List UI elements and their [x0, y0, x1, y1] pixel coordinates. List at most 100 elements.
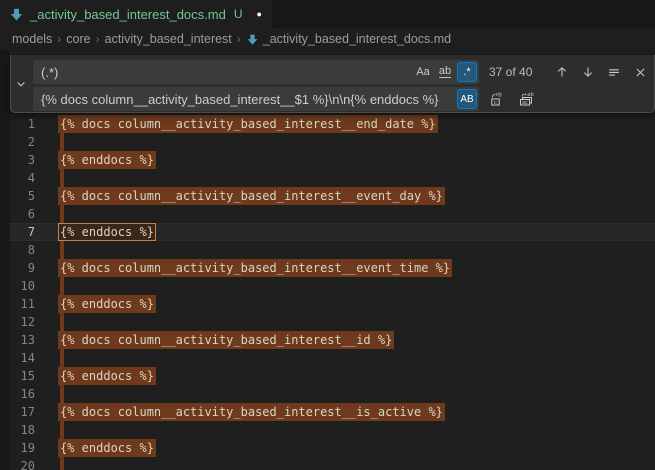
modified-dot-icon[interactable]: ●: [257, 10, 262, 19]
tab-active-file[interactable]: _activity_based_interest_docs.md U ●: [0, 0, 273, 28]
line-number: 5: [10, 187, 35, 205]
line-number: 19: [10, 439, 35, 457]
line-number: 10: [10, 277, 35, 295]
line-number: 1: [10, 115, 35, 133]
code-line-17[interactable]: 17 {% docs column__activity_based_interes…: [10, 403, 655, 421]
whole-word-icon[interactable]: ab: [435, 62, 455, 82]
line-number: 17: [10, 403, 35, 421]
find-match-highlight: {% enddocs %}: [58, 151, 156, 169]
find-match-highlight: {% enddocs %}: [58, 367, 156, 385]
code-line-11[interactable]: 11 {% enddocs %}: [10, 295, 655, 313]
code-line-content[interactable]: {% docs column__activity_based_interest_…: [60, 187, 443, 205]
code-line-content[interactable]: [60, 169, 64, 187]
line-number: 16: [10, 385, 35, 403]
editor[interactable]: 1 {% docs column__activity_based_interest…: [0, 50, 655, 470]
breadcrumb-item-models[interactable]: models: [12, 32, 52, 46]
code-line-content[interactable]: [60, 457, 64, 470]
code-line-19[interactable]: 19 {% enddocs %}: [10, 439, 655, 457]
code-line-content[interactable]: [60, 205, 64, 223]
code-line-content[interactable]: [60, 313, 64, 331]
toggle-replace-button[interactable]: [11, 55, 31, 112]
find-match-highlight-empty: [60, 241, 64, 259]
line-number: 6: [10, 205, 35, 223]
replace-icon: +b c: [490, 91, 506, 107]
code-line-content[interactable]: {% docs column__activity_based_interest_…: [60, 331, 392, 349]
git-status-badge: U: [234, 7, 243, 21]
close-find-widget-button[interactable]: [629, 61, 651, 83]
find-match-highlight-empty: [60, 133, 64, 151]
line-number: 20: [10, 457, 35, 470]
line-number: 8: [10, 241, 35, 259]
editor-content[interactable]: 1 {% docs column__activity_based_interest…: [10, 115, 655, 470]
find-match-highlight-empty: [60, 313, 64, 331]
code-line-1[interactable]: 1 {% docs column__activity_based_interest…: [10, 115, 655, 133]
code-line-content[interactable]: [60, 277, 64, 295]
code-line-content[interactable]: {% enddocs %}: [60, 223, 154, 241]
code-line-2[interactable]: 2: [10, 133, 655, 151]
line-number: 7: [10, 223, 35, 241]
line-number: 9: [10, 259, 35, 277]
breadcrumb-item-core[interactable]: core: [66, 32, 90, 46]
code-line-3[interactable]: 3{% enddocs %}: [10, 151, 655, 169]
replace-all-button[interactable]: +ab ac: [515, 88, 537, 110]
line-number: 18: [10, 421, 35, 439]
code-line-9[interactable]: 9 {% docs column__activity_based_interest…: [10, 259, 655, 277]
code-line-content[interactable]: [60, 241, 64, 259]
code-line-content[interactable]: {% docs column__activity_based_interest_…: [60, 115, 436, 133]
code-line-content[interactable]: {% enddocs %}: [60, 439, 154, 457]
find-match-highlight: {% docs column__activity_based_interest_…: [58, 403, 445, 421]
find-match-highlight-empty: [60, 349, 64, 367]
code-line-content[interactable]: {% docs column__activity_based_interest_…: [60, 403, 443, 421]
code-line-10[interactable]: 10: [10, 277, 655, 295]
find-match-highlight-empty: [60, 457, 64, 470]
line-number: 14: [10, 349, 35, 367]
breadcrumb-item-activity_based_interest[interactable]: activity_based_interest: [105, 32, 232, 46]
replace-input[interactable]: {% docs column__activity_based_interest_…: [33, 87, 479, 111]
code-line-16[interactable]: 16: [10, 385, 655, 403]
line-number: 4: [10, 169, 35, 187]
code-line-13[interactable]: 13 {% docs column__activity_based_interes…: [10, 331, 655, 349]
code-line-12[interactable]: 12: [10, 313, 655, 331]
find-match-highlight: {% docs column__activity_based_interest_…: [58, 187, 445, 205]
find-in-selection-button[interactable]: [603, 61, 625, 83]
find-match-current: {% enddocs %}: [58, 223, 156, 241]
code-line-5[interactable]: 5 {% docs column__activity_based_interest…: [10, 187, 655, 205]
code-line-content[interactable]: [60, 421, 64, 439]
code-line-content[interactable]: {% enddocs %}: [60, 367, 154, 385]
code-line-14[interactable]: 14: [10, 349, 655, 367]
chevron-right-icon: ›: [236, 32, 242, 46]
code-line-6[interactable]: 6: [10, 205, 655, 223]
arrow-up-icon: [555, 65, 569, 79]
code-line-18[interactable]: 18: [10, 421, 655, 439]
code-line-content[interactable]: [60, 385, 64, 403]
replace-button[interactable]: +b c: [487, 88, 509, 110]
code-line-content[interactable]: {% enddocs %}: [60, 151, 154, 169]
tab-filename: _activity_based_interest_docs.md: [30, 7, 226, 22]
breadcrumb-item-file[interactable]: _activity_based_interest_docs.md: [246, 32, 451, 46]
close-icon: [634, 66, 647, 79]
code-line-15[interactable]: 15{% enddocs %}: [10, 367, 655, 385]
line-number: 13: [10, 331, 35, 349]
code-line-4[interactable]: 4: [10, 169, 655, 187]
code-line-content[interactable]: [60, 349, 64, 367]
find-match-highlight-empty: [60, 169, 64, 187]
find-match-highlight-empty: [60, 205, 64, 223]
next-match-button[interactable]: [577, 61, 599, 83]
code-line-content[interactable]: [60, 133, 64, 151]
svg-text:+ab: +ab: [524, 91, 534, 98]
code-line-7[interactable]: 7 {% enddocs %}: [10, 223, 655, 241]
preserve-case-icon[interactable]: AB: [457, 89, 477, 109]
previous-match-button[interactable]: [551, 61, 573, 83]
code-line-8[interactable]: 8: [10, 241, 655, 259]
code-line-content[interactable]: {% enddocs %}: [60, 295, 154, 313]
regex-icon[interactable]: .*: [457, 62, 477, 82]
svg-text:+b: +b: [495, 92, 503, 99]
breadcrumb-file-label: _activity_based_interest_docs.md: [263, 32, 451, 46]
chevron-right-icon: ›: [95, 32, 101, 46]
code-line-content[interactable]: {% docs column__activity_based_interest_…: [60, 259, 450, 277]
find-input[interactable]: (.*) Aa ab .*: [33, 60, 479, 84]
match-case-icon[interactable]: Aa: [413, 62, 433, 82]
line-number: 11: [10, 295, 35, 313]
code-line-20[interactable]: 20: [10, 457, 655, 470]
find-match-highlight: {% enddocs %}: [58, 439, 156, 457]
